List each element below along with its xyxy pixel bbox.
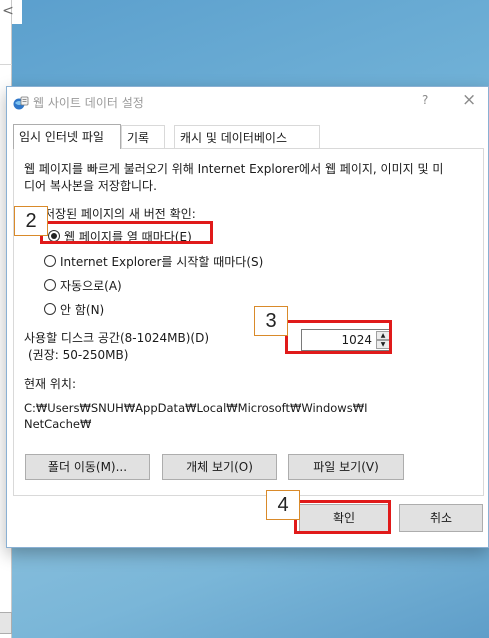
close-button[interactable]: × — [462, 90, 476, 110]
spinner-up-icon[interactable]: ▲ — [376, 331, 390, 340]
radio-label: 웹 페이지를 열 때마다(E) — [64, 229, 192, 244]
background-close-icon[interactable]: < — [0, 0, 16, 24]
radio-every-visit[interactable]: 웹 페이지를 열 때마다(E) — [48, 227, 192, 245]
cancel-button[interactable]: 취소 — [399, 504, 483, 532]
disk-space-spinner[interactable]: 1024 ▲ ▼ — [301, 329, 392, 351]
disk-space-label: 사용할 디스크 공간(8-1024MB)(D) — [24, 331, 210, 345]
tab-cache-databases[interactable]: 캐시 및 데이터베이스 — [174, 125, 320, 148]
tab-temp-internet-files[interactable]: 임시 인터넷 파일 — [13, 124, 121, 149]
radio-button[interactable] — [44, 279, 56, 291]
step-2-label: 2 — [14, 206, 48, 236]
radio-every-start[interactable]: Internet Explorer를 시작할 때마다(S) — [44, 252, 263, 270]
step-3-label: 3 — [254, 306, 288, 336]
background-button[interactable] — [0, 612, 12, 634]
current-location-path: C:₩Users₩SNUH₩AppData₩Local₩Microsoft₩Wi… — [24, 401, 368, 431]
disk-space-value[interactable]: 1024 — [341, 333, 372, 347]
step-4-label: 4 — [266, 490, 300, 520]
dialog-title: 웹 사이트 데이터 설정 — [33, 96, 144, 110]
background-separator — [0, 64, 12, 65]
radio-label: 안 함(N) — [60, 302, 105, 317]
spinner-down-icon[interactable]: ▼ — [376, 340, 390, 349]
view-files-button[interactable]: 파일 보기(V) — [288, 454, 404, 480]
radio-label: Internet Explorer를 시작할 때마다(S) — [60, 254, 264, 269]
radio-never[interactable]: 안 함(N) — [44, 300, 104, 318]
radio-button-checked[interactable] — [48, 230, 60, 242]
website-data-settings-dialog: 웹 사이트 데이터 설정 ? × 임시 인터넷 파일 기록 캐시 및 데이터베이… — [6, 86, 489, 548]
description-text: 웹 페이지를 빠르게 불러오기 위해 Internet Explorer에서 웹… — [24, 162, 444, 193]
radio-automatic[interactable]: 자동으로(A) — [44, 276, 122, 294]
dialog-titlebar: 웹 사이트 데이터 설정 ? × — [7, 87, 488, 118]
tab-panel: 웹 페이지를 빠르게 불러오기 위해 Internet Explorer에서 웹… — [13, 148, 484, 496]
check-group-label: 저장된 페이지의 새 버전 확인: — [44, 207, 196, 221]
radio-button[interactable] — [44, 255, 56, 267]
disk-space-recommend: (권장: 50-250MB) — [28, 348, 129, 362]
spinner-buttons: ▲ ▼ — [376, 331, 390, 349]
radio-button[interactable] — [44, 303, 56, 315]
current-location-label: 현재 위치: — [24, 377, 77, 391]
ok-button[interactable]: 확인 — [299, 504, 389, 532]
help-button[interactable]: ? — [422, 93, 428, 107]
view-objects-button[interactable]: 개체 보기(O) — [162, 454, 277, 480]
move-folder-button[interactable]: 폴더 이동(M)... — [25, 454, 150, 480]
tab-history[interactable]: 기록 — [121, 125, 165, 148]
radio-label: 자동으로(A) — [60, 278, 122, 293]
disk-space-label-group: 사용할 디스크 공간(8-1024MB)(D) (권장: 50-250MB) — [24, 330, 209, 364]
internet-options-icon — [13, 96, 29, 110]
